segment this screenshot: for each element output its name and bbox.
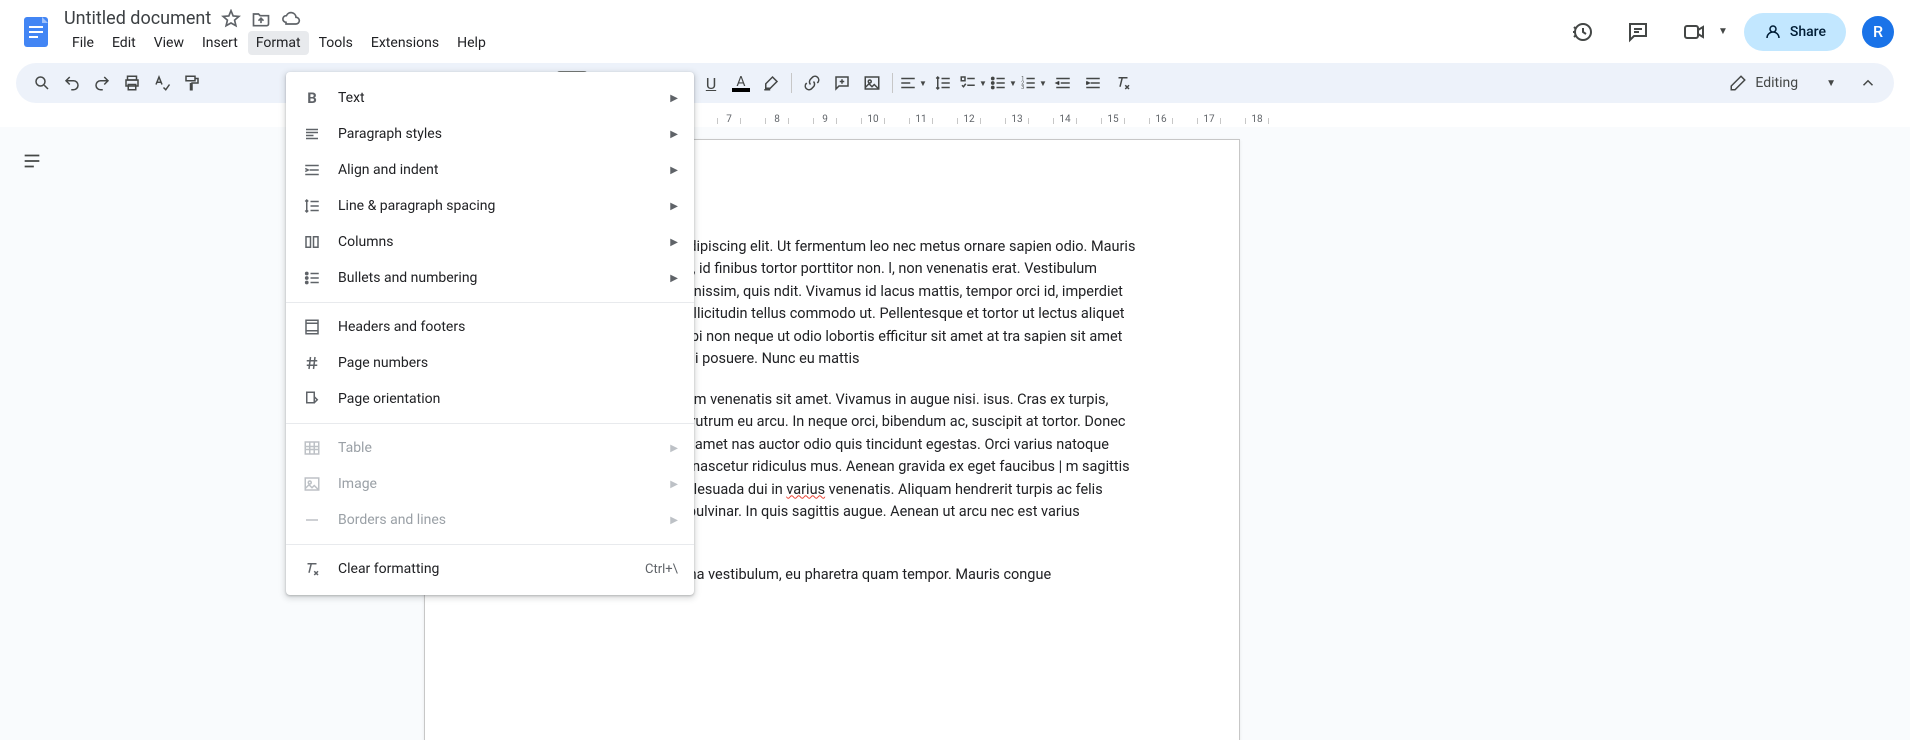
- menu-file[interactable]: File: [64, 31, 102, 55]
- ruler-mark: 18: [1233, 114, 1281, 125]
- menu-item-columns[interactable]: Columns ▶: [286, 224, 694, 260]
- menu-item-page-orientation[interactable]: Page orientation: [286, 381, 694, 417]
- menu-item-image: Image ▶: [286, 466, 694, 502]
- history-icon[interactable]: [1562, 12, 1602, 52]
- spellcheck-icon[interactable]: [148, 69, 176, 97]
- print-icon[interactable]: [118, 69, 146, 97]
- orientation-icon: [302, 389, 322, 409]
- menu-insert[interactable]: Insert: [194, 31, 246, 55]
- numbered-list-icon[interactable]: 123▼: [1019, 69, 1047, 97]
- menubar: File Edit View Insert Format Tools Exten…: [64, 31, 1554, 55]
- submenu-arrow-icon: ▶: [670, 129, 678, 140]
- menu-tools[interactable]: Tools: [311, 31, 361, 55]
- clear-format-icon: [302, 559, 322, 579]
- line-icon: [302, 510, 322, 530]
- format-menu-dropdown: B Text ▶ Paragraph styles ▶ Align and in…: [286, 72, 694, 595]
- menu-item-table: Table ▶: [286, 430, 694, 466]
- hash-icon: [302, 353, 322, 373]
- menu-help[interactable]: Help: [449, 31, 494, 55]
- editing-mode-button[interactable]: Editing ▼: [1721, 70, 1844, 96]
- cloud-status-icon[interactable]: [281, 9, 301, 29]
- indent-icon: [302, 160, 322, 180]
- submenu-arrow-icon: ▶: [670, 237, 678, 248]
- ruler-mark: 7: [705, 114, 753, 125]
- move-icon[interactable]: [251, 9, 271, 29]
- indent-decrease-icon[interactable]: [1049, 69, 1077, 97]
- ruler-mark: 16: [1137, 114, 1185, 125]
- text-color-icon[interactable]: A: [727, 69, 755, 97]
- collapse-toolbar-icon[interactable]: [1854, 69, 1882, 97]
- image-icon: [302, 474, 322, 494]
- search-icon[interactable]: [28, 69, 56, 97]
- menu-item-borders-lines: Borders and lines ▶: [286, 502, 694, 538]
- undo-icon[interactable]: [58, 69, 86, 97]
- ruler-mark: 15: [1089, 114, 1137, 125]
- line-spacing-icon[interactable]: [929, 69, 957, 97]
- highlight-icon[interactable]: [757, 69, 785, 97]
- menu-item-align-indent[interactable]: Align and indent ▶: [286, 152, 694, 188]
- ruler-mark: 8: [753, 114, 801, 125]
- docs-logo-icon[interactable]: [16, 12, 56, 52]
- doc-title[interactable]: Untitled document: [64, 8, 211, 29]
- ruler-mark: 11: [897, 114, 945, 125]
- insert-image-icon[interactable]: [858, 69, 886, 97]
- menu-edit[interactable]: Edit: [104, 31, 144, 55]
- meet-dropdown-icon[interactable]: ▼: [1718, 26, 1728, 37]
- redo-icon[interactable]: [88, 69, 116, 97]
- ruler-mark: 10: [849, 114, 897, 125]
- clear-formatting-icon[interactable]: [1109, 69, 1137, 97]
- account-avatar[interactable]: R: [1862, 16, 1894, 48]
- comments-icon[interactable]: [1618, 12, 1658, 52]
- align-icon[interactable]: ▼: [899, 69, 927, 97]
- submenu-arrow-icon: ▶: [670, 479, 678, 490]
- submenu-arrow-icon: ▶: [670, 515, 678, 526]
- bold-icon: B: [302, 88, 322, 108]
- submenu-arrow-icon: ▶: [670, 201, 678, 212]
- ruler-mark: 12: [945, 114, 993, 125]
- outline-toggle-icon[interactable]: [14, 143, 50, 179]
- editing-mode-label: Editing: [1755, 75, 1798, 91]
- add-comment-icon[interactable]: [828, 69, 856, 97]
- checklist-icon[interactable]: ▼: [959, 69, 987, 97]
- menu-item-headers-footers[interactable]: Headers and footers: [286, 309, 694, 345]
- shortcut-label: Ctrl+\: [645, 562, 678, 577]
- table-icon: [302, 438, 322, 458]
- underline-icon[interactable]: U: [697, 69, 725, 97]
- paragraph-icon: [302, 124, 322, 144]
- submenu-arrow-icon: ▶: [670, 443, 678, 454]
- menu-item-bullets-numbering[interactable]: Bullets and numbering ▶: [286, 260, 694, 296]
- columns-icon: [302, 232, 322, 252]
- menu-item-line-spacing[interactable]: Line & paragraph spacing ▶: [286, 188, 694, 224]
- menu-extensions[interactable]: Extensions: [363, 31, 447, 55]
- meet-icon[interactable]: [1674, 12, 1714, 52]
- ruler-mark: 14: [1041, 114, 1089, 125]
- line-spacing-icon: [302, 196, 322, 216]
- ruler-mark: 9: [801, 114, 849, 125]
- submenu-arrow-icon: ▶: [670, 93, 678, 104]
- bulleted-list-icon[interactable]: ▼: [989, 69, 1017, 97]
- menu-view[interactable]: View: [146, 31, 192, 55]
- header-footer-icon: [302, 317, 322, 337]
- menu-item-text[interactable]: B Text ▶: [286, 80, 694, 116]
- menu-item-paragraph-styles[interactable]: Paragraph styles ▶: [286, 116, 694, 152]
- list-icon: [302, 268, 322, 288]
- share-button[interactable]: Share: [1744, 13, 1846, 51]
- svg-text:3: 3: [1021, 85, 1024, 91]
- ruler-mark: 13: [993, 114, 1041, 125]
- submenu-arrow-icon: ▶: [670, 273, 678, 284]
- menu-item-clear-formatting[interactable]: Clear formatting Ctrl+\: [286, 551, 694, 587]
- menu-item-page-numbers[interactable]: Page numbers: [286, 345, 694, 381]
- menu-format[interactable]: Format: [248, 31, 309, 55]
- star-icon[interactable]: [221, 9, 241, 29]
- submenu-arrow-icon: ▶: [670, 165, 678, 176]
- indent-increase-icon[interactable]: [1079, 69, 1107, 97]
- ruler-mark: 17: [1185, 114, 1233, 125]
- share-label: Share: [1790, 24, 1826, 40]
- paint-format-icon[interactable]: [178, 69, 206, 97]
- link-icon[interactable]: [798, 69, 826, 97]
